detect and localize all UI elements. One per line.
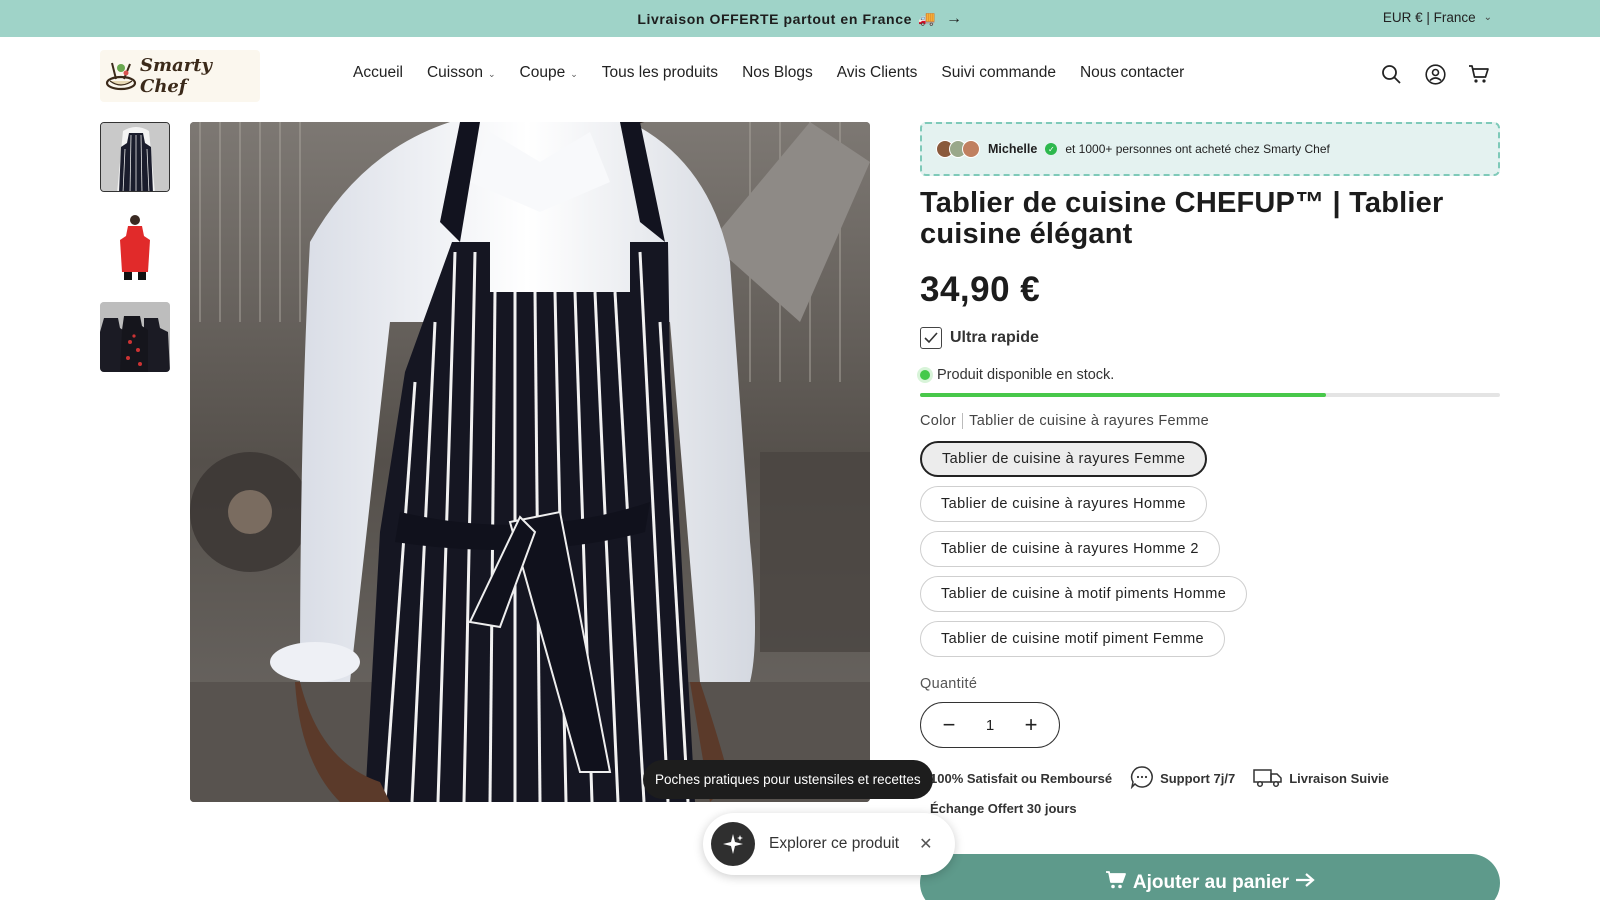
product-title: Tablier de cuisine CHEFUP™ | Tablier cui… [920, 187, 1444, 250]
nav-item-label: Accueil [353, 64, 403, 81]
chevron-down-icon: ⌄ [570, 68, 578, 79]
nav-item-label: Cuisson [426, 64, 483, 81]
nav-item-accueil[interactable]: Accueil [353, 64, 403, 82]
announcement-bar: Livraison OFFERTE partout en France 🚚 → … [0, 0, 1600, 37]
thumbnail-striped-apron[interactable] [100, 122, 170, 192]
badge-livraison-text: Livraison Suivie [1289, 771, 1389, 786]
announcement-text: Livraison OFFERTE partout en France [637, 10, 912, 27]
stock-progress-fill [920, 393, 1326, 397]
variant-option[interactable]: Tablier de cuisine motif piment Femme [920, 621, 1226, 657]
nav-item-nous-contacter[interactable]: Nous contacter [1080, 64, 1184, 82]
nav-item-coupe[interactable]: Coupe ⌄ [520, 64, 578, 82]
add-to-cart-label: Ajouter au panier [1132, 872, 1290, 893]
variant-option[interactable]: Tablier de cuisine à rayures Homme 2 [920, 531, 1220, 567]
stock-text: Produit disponible en stock. [937, 367, 1115, 383]
trust-badges: 100% Satisfait ou Remboursé Support 7j/7… [930, 765, 1389, 792]
variant-option[interactable]: Tablier de cuisine à rayures Homme [920, 486, 1207, 522]
sparkle-icon [711, 822, 755, 866]
add-to-cart-button[interactable]: Ajouter au panier [920, 854, 1500, 900]
variant-list: Tablier de cuisine à rayures Femme Tabli… [920, 441, 1248, 657]
plus-button[interactable]: + [1021, 712, 1041, 738]
fast-delivery-label: Ultra rapide [950, 329, 1039, 346]
thumbnail-list [100, 122, 170, 372]
quantity-stepper: − 1 + [920, 702, 1060, 748]
logo-text: Smarty Chef [140, 55, 212, 97]
color-option-header: Color Tablier de cuisine à rayures Femme [920, 413, 1209, 429]
badge-support-text: Support 7j/7 [1160, 771, 1236, 786]
customer-avatars [936, 140, 980, 158]
truck-outline-icon [1253, 766, 1283, 791]
nav-item-suivi-commande[interactable]: Suivi commande [941, 64, 1056, 82]
thumbnail-pepper-apron[interactable] [100, 302, 170, 372]
locale-selector[interactable]: EUR € | France ⌄ [1383, 10, 1492, 25]
header-icons [1380, 63, 1490, 85]
nav-item-tous-les-produits[interactable]: Tous les produits [602, 64, 718, 82]
cart-icon[interactable] [1468, 63, 1490, 85]
nav-item-label: Coupe [519, 64, 566, 81]
badge-echange-text: Échange Offert 30 jours [930, 801, 1077, 816]
badge-support: Support 7j/7 [1130, 765, 1235, 792]
stock-status: Produit disponible en stock. [920, 367, 1114, 383]
explore-product-widget[interactable]: Explorer ce produit ✕ [703, 813, 955, 875]
badge-satisfait-text: 100% Satisfait ou Remboursé [930, 771, 1113, 786]
social-proof-name: Michelle [988, 142, 1038, 156]
product-main-image[interactable] [190, 122, 870, 802]
site-header: Smarty Chef Accueil Cuisson ⌄ Coupe ⌄ Tous… [0, 37, 1600, 115]
arrow-right-icon [1295, 872, 1315, 894]
nav-item-avis-clients[interactable]: Avis Clients [837, 64, 918, 82]
product-price: 34,90 € [920, 270, 1041, 309]
minus-button[interactable]: − [939, 712, 959, 738]
announcement-link[interactable]: Livraison OFFERTE partout en France 🚚 → [637, 10, 962, 28]
explore-text: Explorer ce produit [769, 835, 900, 852]
chat-bubble-icon [1130, 765, 1154, 792]
thumbnail-red-apron[interactable] [100, 212, 170, 282]
selected-color: Tablier de cuisine à rayures Femme [969, 413, 1210, 429]
arrow-right-icon: → [946, 9, 963, 27]
close-icon[interactable]: ✕ [919, 834, 932, 854]
stock-dot-icon [920, 370, 930, 380]
variant-option[interactable]: Tablier de cuisine à rayures Femme [920, 441, 1208, 477]
social-proof-banner: Michelle ✓ et 1000+ personnes ont acheté… [920, 122, 1500, 176]
account-icon[interactable] [1424, 63, 1446, 85]
quantity-value[interactable]: 1 [986, 717, 994, 734]
search-icon[interactable] [1380, 63, 1402, 85]
hotspot-tooltip: Poches pratiques pour ustensiles et rece… [643, 760, 933, 799]
divider [962, 413, 964, 429]
color-label: Color [920, 413, 957, 429]
chef-logo-icon [104, 59, 138, 93]
truck-icon: 🚚 [917, 10, 937, 26]
nav-item-nos-blogs[interactable]: Nos Blogs [742, 64, 813, 82]
chevron-down-icon: ⌄ [487, 68, 496, 79]
badge-livraison: Livraison Suivie [1253, 765, 1389, 792]
nav-item-cuisson[interactable]: Cuisson ⌄ [427, 64, 496, 82]
checkbox-checked-icon[interactable] [920, 327, 942, 349]
nav-item-label: Nos Blogs [742, 64, 813, 81]
chevron-down-icon: ⌄ [1483, 12, 1492, 23]
fast-delivery-option[interactable]: Ultra rapide [920, 327, 1039, 349]
variant-option[interactable]: Tablier de cuisine à motif piments Homme [920, 576, 1248, 612]
nav-item-label: Nous contacter [1079, 64, 1185, 81]
avatar [962, 140, 980, 158]
cart-icon [1105, 870, 1127, 896]
badge-echange: Échange Offert 30 jours [930, 801, 1077, 816]
nav-item-label: Avis Clients [836, 64, 918, 81]
main-nav: Accueil Cuisson ⌄ Coupe ⌄ Tous les produit… [353, 64, 1184, 82]
social-proof-text: et 1000+ personnes ont acheté chez Smart… [1065, 142, 1330, 156]
quantity-label: Quantité [920, 676, 978, 692]
nav-item-label: Tous les produits [601, 64, 719, 81]
nav-item-label: Suivi commande [941, 64, 1056, 81]
locale-label: EUR € | France [1382, 10, 1476, 25]
badge-satisfait: 100% Satisfait ou Remboursé [930, 765, 1112, 792]
stock-progress-bar [920, 393, 1500, 397]
verified-check-icon: ✓ [1045, 143, 1058, 155]
logo[interactable]: Smarty Chef [100, 50, 260, 102]
